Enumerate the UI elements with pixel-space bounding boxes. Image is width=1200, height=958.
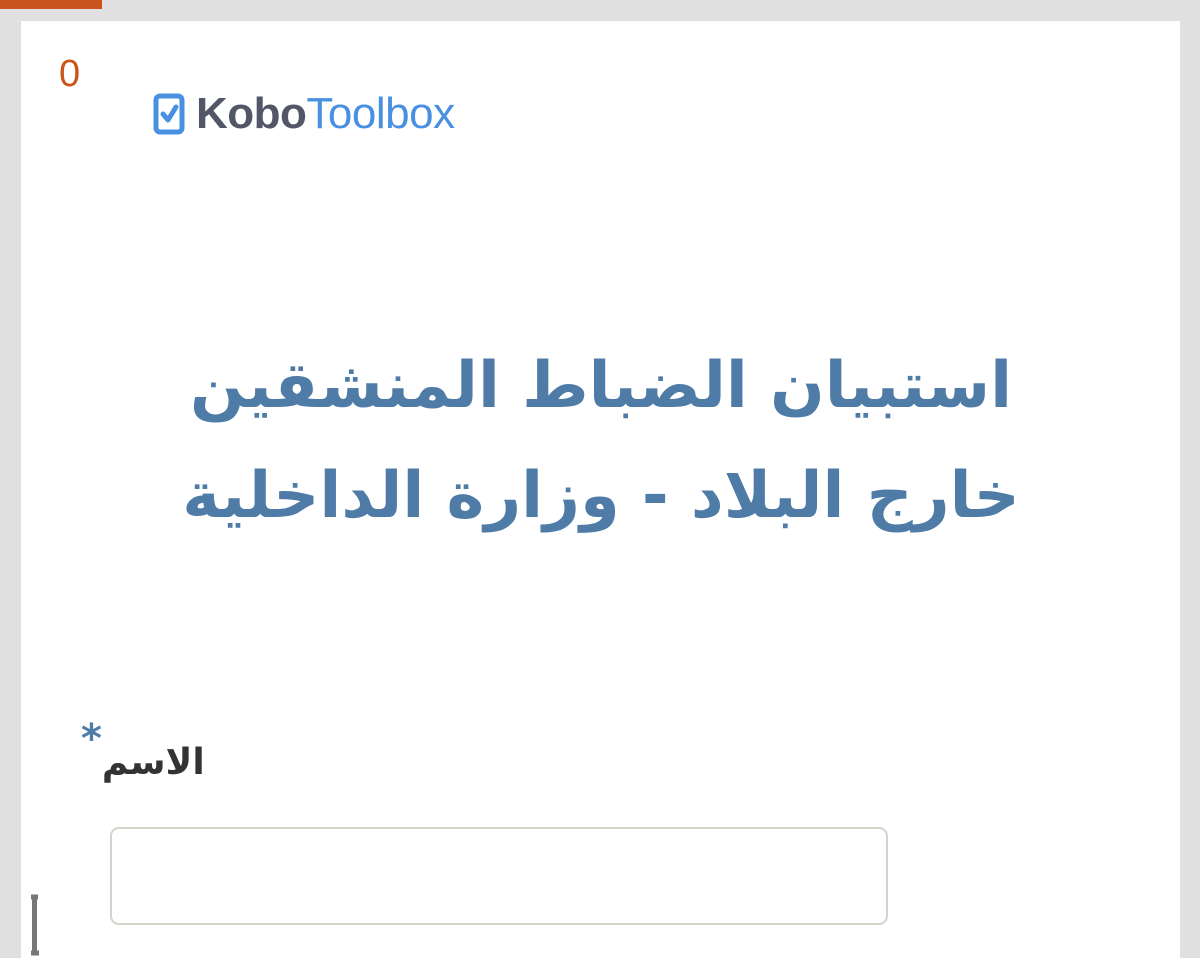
logo-text: KoboToolbox: [196, 89, 455, 139]
required-asterisk: *: [81, 716, 102, 762]
text-cursor-icon: [31, 894, 39, 956]
progress-bar: [0, 0, 1200, 9]
form-title-line-1: استبيان الضباط المنشقين: [189, 349, 1013, 423]
question-label: * الاسم: [81, 711, 205, 791]
logo-text-kobo: Kobo: [196, 89, 307, 138]
progress-fill: [0, 0, 102, 9]
form-card: 0 KoboToolbox استبيان الضباط المنشقين خا…: [21, 21, 1180, 958]
form-title-line-2: خارج البلاد - وزارة الداخلية: [182, 459, 1020, 533]
form-title: استبيان الضباط المنشقين خارج البلاد - وز…: [81, 331, 1121, 551]
question-label-text: الاسم: [101, 742, 205, 783]
question-counter: 0: [59, 53, 81, 95]
name-input[interactable]: [110, 827, 888, 925]
kobotoolbox-logo: KoboToolbox: [152, 89, 455, 139]
logo-text-toolbox: Toolbox: [306, 89, 455, 138]
kobo-checkbox-icon: [153, 93, 185, 135]
